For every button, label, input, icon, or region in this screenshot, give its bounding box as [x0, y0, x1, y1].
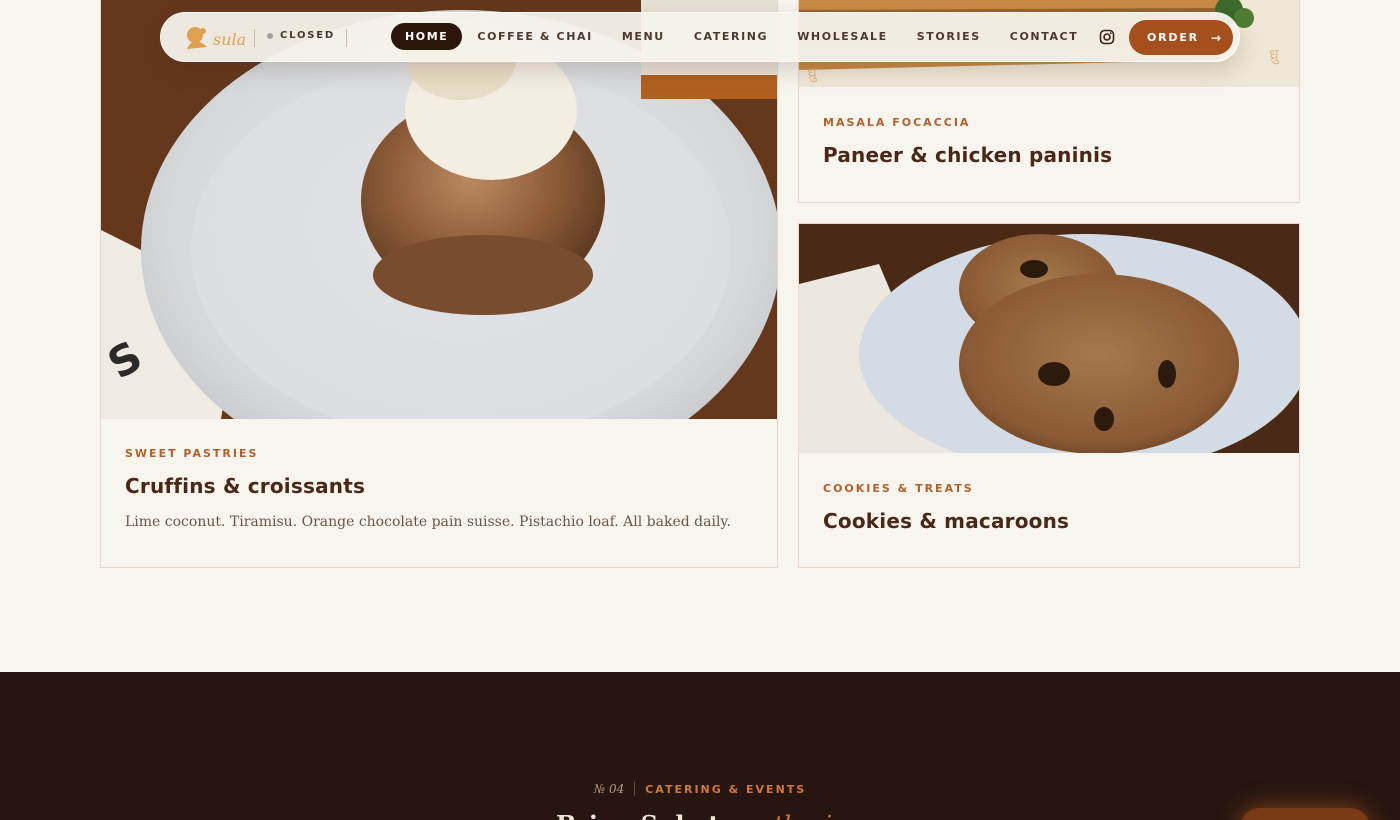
card-eyebrow: COOKIES & TREATS	[823, 482, 974, 495]
card-eyebrow: SWEET PASTRIES	[125, 447, 259, 460]
open-status: CLOSED	[267, 30, 335, 41]
status-label: CLOSED	[280, 30, 335, 41]
nav-link-menu[interactable]: MENU	[608, 23, 679, 50]
cookies-photo	[799, 224, 1299, 453]
section-divider	[634, 782, 636, 796]
svg-text:ध्रु: ध्रु	[807, 63, 818, 83]
order-button[interactable]: ORDER →	[1129, 20, 1233, 55]
floating-navbar: sula CLOSED HOME COFFEE & CHAI MENU CATE…	[160, 12, 1240, 62]
card-title: Cruffins & croissants	[125, 474, 366, 498]
heading-start: Bring Sula to	[556, 810, 736, 820]
nav-link-contact[interactable]: CONTACT	[996, 23, 1093, 50]
nav-links: HOME COFFEE & CHAI MENU CATERING WHOLESA…	[391, 23, 1093, 50]
catering-section: № 04 CATERING & EVENTS Bring Sula to gat…	[0, 672, 1400, 820]
cruffin-photo: S	[101, 0, 777, 419]
svg-text:ध्रु: ध्रु	[1269, 45, 1280, 65]
card-sweet-pastries[interactable]: S SWEET PASTRIES Cruffins & croissants L…	[100, 0, 778, 568]
nav-link-home[interactable]: HOME	[391, 23, 463, 50]
nav-link-coffee-chai[interactable]: COFFEE & CHAI	[463, 23, 606, 50]
nav-link-stories[interactable]: STORIES	[903, 23, 995, 50]
nav-divider	[346, 29, 347, 47]
card-eyebrow: MASALA FOCACCIA	[823, 116, 971, 129]
card-body: MASALA FOCACCIA Paneer & chicken paninis	[799, 87, 1299, 202]
card-title: Cookies & macaroons	[823, 509, 1070, 533]
section-heading: Bring Sula to gatherings	[556, 810, 875, 820]
section-number: № 04	[593, 782, 625, 796]
nav-link-wholesale[interactable]: WHOLESALE	[783, 23, 902, 50]
status-dot-icon	[267, 32, 273, 39]
floating-action-button[interactable]	[1240, 808, 1370, 820]
brand-logo[interactable]: sula	[183, 25, 247, 51]
instagram-icon[interactable]	[1099, 29, 1115, 45]
section-eyebrow: CATERING & EVENTS	[645, 782, 807, 796]
nav-link-catering[interactable]: CATERING	[680, 23, 782, 50]
section-label: № 04 CATERING & EVENTS	[0, 782, 1400, 796]
card-body: COOKIES & TREATS Cookies & macaroons	[799, 453, 1299, 567]
nav-divider	[254, 29, 255, 47]
card-cookies-treats[interactable]: COOKIES & TREATS Cookies & macaroons	[798, 223, 1300, 568]
brand-name: sula	[213, 30, 247, 49]
logo-mark-icon	[187, 27, 207, 49]
heading-accent: gatherings	[744, 811, 875, 820]
arrow-right-icon: →	[1210, 30, 1223, 45]
order-label: ORDER	[1147, 31, 1199, 44]
card-description: Lime coconut. Tiramisu. Orange chocolate…	[125, 514, 731, 530]
card-body: SWEET PASTRIES Cruffins & croissants Lim…	[101, 419, 777, 567]
card-title: Paneer & chicken paninis	[823, 143, 1113, 167]
